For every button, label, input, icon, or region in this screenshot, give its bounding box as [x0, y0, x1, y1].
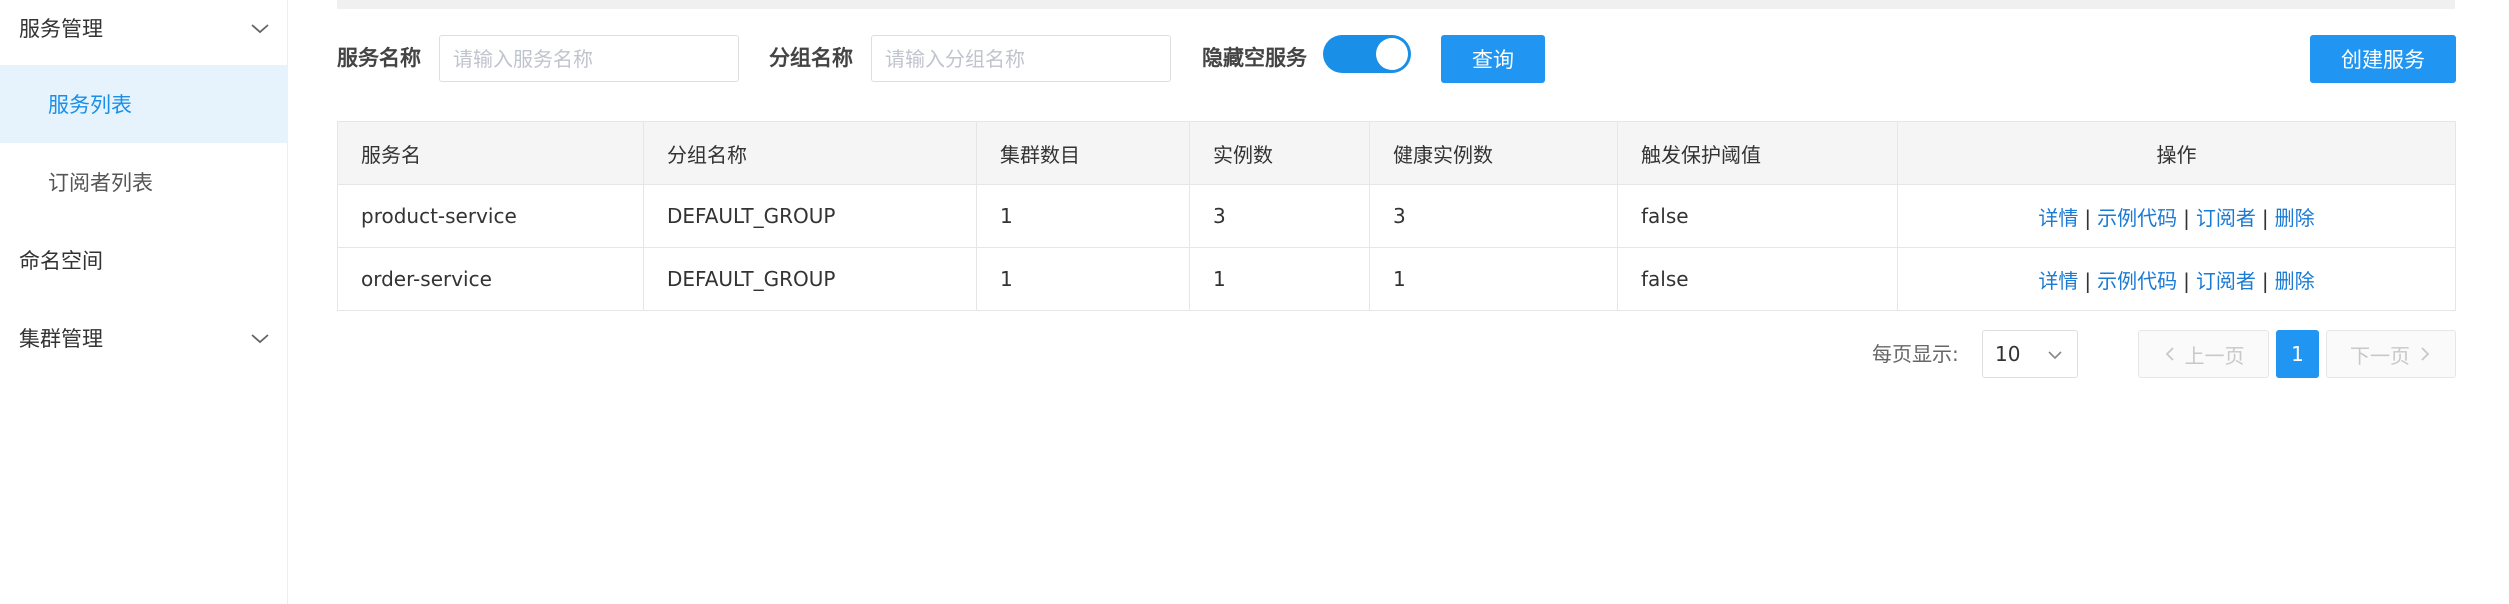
service-table: 服务名 分组名称 集群数目 实例数 健康实例数 触发保护阈值 操作 produc…: [337, 121, 2456, 311]
separator: |: [2261, 205, 2269, 230]
page-size-value: 10: [1995, 342, 2021, 366]
cell-clusters: 1: [976, 247, 1190, 311]
page-size-select[interactable]: 10: [1982, 330, 2078, 378]
sidebar-item-namespace[interactable]: 命名空间: [0, 221, 288, 299]
hide-empty-toggle[interactable]: [1323, 35, 1411, 73]
separator: |: [2183, 268, 2190, 293]
group-name-label: 分组名称: [769, 46, 853, 70]
sample-code-link[interactable]: 示例代码: [2097, 206, 2177, 230]
sidebar-item-service-management[interactable]: 服务管理: [0, 0, 288, 67]
subscribers-link[interactable]: 订阅者: [2196, 269, 2256, 293]
sidebar-item-label: 集群管理: [19, 327, 103, 351]
cell-instances: 1: [1189, 247, 1370, 311]
sidebar-item-label: 订阅者列表: [48, 171, 153, 195]
chevron-up-icon: [251, 24, 269, 34]
separator: |: [2183, 205, 2190, 230]
service-name-input[interactable]: [439, 35, 739, 82]
cell-healthy: 1: [1369, 247, 1618, 311]
cell-group: DEFAULT_GROUP: [643, 247, 977, 311]
service-name-label: 服务名称: [337, 46, 421, 70]
cell-actions: 详情 | 示例代码 | 订阅者 | 删除: [1897, 184, 2456, 248]
sidebar-item-service-list[interactable]: 服务列表: [0, 65, 288, 143]
sidebar-item-cluster-management[interactable]: 集群管理: [0, 299, 288, 377]
sample-code-link[interactable]: 示例代码: [2097, 269, 2177, 293]
cell-service: product-service: [337, 184, 644, 248]
detail-link[interactable]: 详情: [2038, 269, 2078, 293]
query-button[interactable]: 查询: [1441, 35, 1545, 83]
chevron-right-icon: [2421, 347, 2430, 361]
cell-service: order-service: [337, 247, 644, 311]
hide-empty-label: 隐藏空服务: [1202, 46, 1307, 70]
cell-threshold: false: [1617, 184, 1898, 248]
table-row: product-service DEFAULT_GROUP 1 3 3 fals…: [337, 184, 2456, 248]
sidebar-item-label: 命名空间: [19, 249, 103, 273]
top-bar: [337, 0, 2455, 9]
sidebar-item-label: 服务管理: [19, 17, 103, 41]
cell-healthy: 3: [1369, 184, 1618, 248]
column-header: 集群数目: [976, 121, 1190, 185]
subscribers-link[interactable]: 订阅者: [2196, 206, 2256, 230]
cell-instances: 3: [1189, 184, 1370, 248]
chevron-down-icon: [2048, 351, 2062, 360]
separator: |: [2084, 268, 2092, 293]
column-header: 操作: [1897, 121, 2456, 185]
column-header: 分组名称: [643, 121, 977, 185]
cell-group: DEFAULT_GROUP: [643, 184, 977, 248]
toggle-knob: [1376, 38, 1408, 70]
chevron-left-icon: [2165, 347, 2174, 361]
column-header: 触发保护阈值: [1617, 121, 1898, 185]
table-header-row: 服务名 分组名称 集群数目 实例数 健康实例数 触发保护阈值 操作: [337, 121, 2456, 185]
prev-page-button[interactable]: 上一页: [2138, 330, 2269, 378]
separator: |: [2261, 268, 2269, 293]
separator: |: [2084, 205, 2092, 230]
sidebar-item-subscriber-list[interactable]: 订阅者列表: [0, 143, 288, 221]
create-service-button[interactable]: 创建服务: [2310, 35, 2456, 83]
prev-page-label: 上一页: [2184, 343, 2245, 368]
delete-link[interactable]: 删除: [2275, 269, 2315, 293]
column-header: 服务名: [337, 121, 644, 185]
group-name-input[interactable]: [871, 35, 1171, 82]
page-size-label: 每页显示:: [1872, 342, 1959, 366]
cell-clusters: 1: [976, 184, 1190, 248]
table-row: order-service DEFAULT_GROUP 1 1 1 false …: [337, 247, 2456, 311]
chevron-down-icon: [251, 334, 269, 344]
delete-link[interactable]: 删除: [2275, 206, 2315, 230]
cell-threshold: false: [1617, 247, 1898, 311]
next-page-label: 下一页: [2350, 343, 2410, 368]
column-header: 健康实例数: [1369, 121, 1618, 185]
cell-actions: 详情 | 示例代码 | 订阅者 | 删除: [1897, 247, 2456, 311]
next-page-button[interactable]: 下一页: [2326, 330, 2456, 378]
page-number-current[interactable]: 1: [2276, 330, 2319, 378]
sidebar-item-label: 服务列表: [48, 93, 132, 117]
detail-link[interactable]: 详情: [2038, 206, 2078, 230]
sidebar: 服务管理 服务列表 订阅者列表 命名空间 集群管理: [0, 0, 288, 604]
column-header: 实例数: [1189, 121, 1370, 185]
